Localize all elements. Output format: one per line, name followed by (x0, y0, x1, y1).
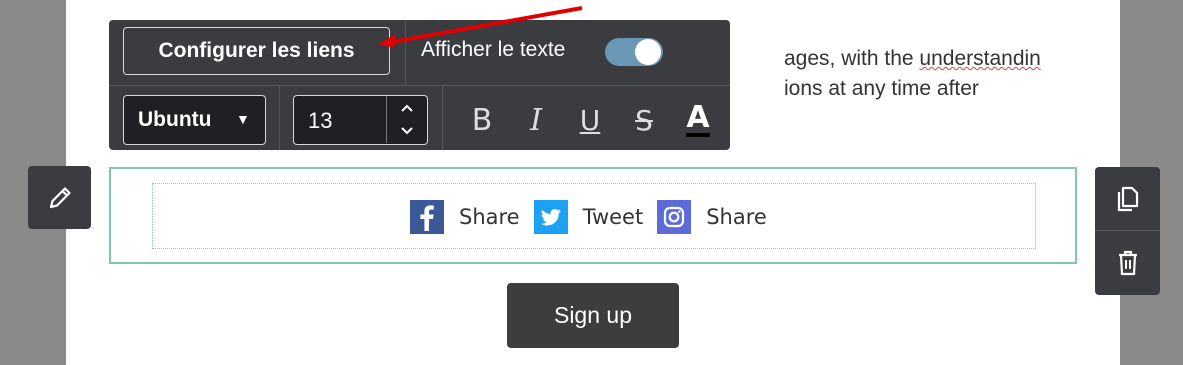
chevron-up-icon[interactable] (387, 96, 427, 119)
social-share-inner: Share Tweet Share (152, 183, 1036, 249)
instagram-share-label[interactable]: Share (706, 205, 767, 229)
toolbar-divider (279, 85, 280, 150)
facebook-share-label[interactable]: Share (459, 205, 520, 229)
toggle-knob (635, 39, 661, 65)
underline-button[interactable]: U (565, 95, 615, 145)
toolbar-divider (405, 20, 406, 85)
twitter-tweet-label[interactable]: Tweet (583, 205, 644, 229)
duplicate-block-button[interactable] (1095, 167, 1160, 230)
delete-block-button[interactable] (1095, 231, 1160, 294)
italic-icon: I (530, 102, 542, 138)
body-line-2: ions at any time after (784, 77, 979, 100)
bold-icon: B (471, 102, 493, 138)
font-family-value: Ubuntu (138, 108, 212, 131)
strikethrough-icon: S (635, 103, 653, 137)
copy-icon (1117, 186, 1138, 211)
font-size-stepper (386, 96, 427, 143)
text-color-button[interactable]: A (673, 95, 723, 145)
show-text-label: Afficher le texte (421, 38, 566, 61)
underline-icon: U (579, 103, 601, 137)
text-format-toolbar: Configurer les liens Afficher le texte U… (109, 20, 730, 150)
instagram-icon[interactable] (657, 200, 692, 234)
social-share-row: Share Tweet Share (410, 199, 781, 235)
strikethrough-button[interactable]: S (619, 95, 669, 145)
block-actions-panel (1095, 167, 1160, 295)
font-size-input[interactable]: 13 (293, 95, 428, 145)
toolbar-row-links: Configurer les liens Afficher le texte (109, 20, 730, 85)
body-paragraph[interactable]: ages, with the understandin ions at any … (784, 44, 1114, 104)
body-line-1: ages, with the understandin (784, 44, 1114, 74)
chevron-down-icon[interactable] (387, 119, 427, 142)
edit-block-button[interactable] (28, 166, 91, 229)
text-color-icon: A (686, 100, 710, 137)
italic-button[interactable]: I (511, 95, 561, 145)
social-share-block[interactable]: Share Tweet Share (109, 167, 1077, 264)
signup-button[interactable]: Sign up (507, 283, 679, 348)
font-size-value: 13 (308, 108, 333, 133)
font-family-select[interactable]: Ubuntu ▼ (123, 95, 266, 145)
toolbar-divider (442, 85, 443, 150)
toolbar-row-format: Ubuntu ▼ 13 B I U S A (109, 85, 730, 150)
configure-links-button[interactable]: Configurer les liens (123, 27, 390, 75)
misspelled-word: understandin (919, 47, 1041, 70)
toolbar-row-divider (109, 85, 730, 86)
pencil-icon (49, 186, 71, 208)
bold-button[interactable]: B (457, 95, 507, 145)
twitter-icon[interactable] (533, 200, 568, 234)
body-line-1-text: ages, with the (784, 47, 920, 70)
caret-down-icon: ▼ (236, 111, 250, 127)
trash-icon (1118, 250, 1137, 275)
facebook-icon[interactable] (410, 200, 444, 234)
show-text-toggle[interactable] (605, 38, 663, 66)
